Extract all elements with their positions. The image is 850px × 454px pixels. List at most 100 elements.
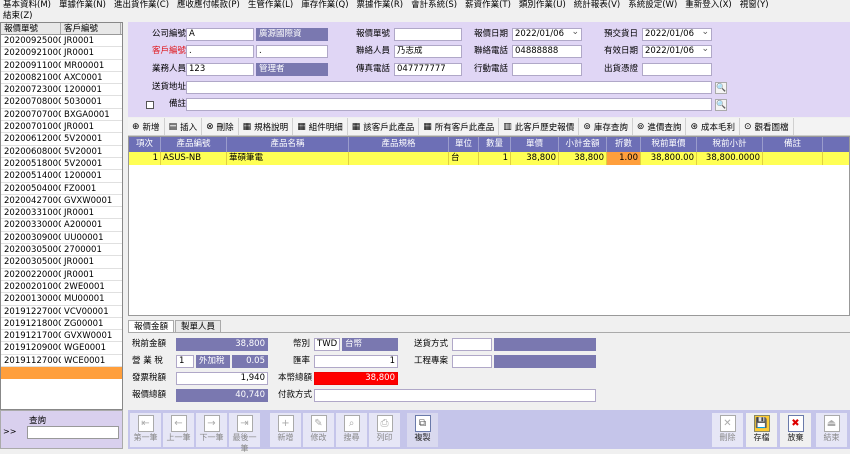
list-item[interactable]: 20200921000 JR0001 <box>1 47 122 60</box>
prev-record-button[interactable]: ← 上一筆 <box>163 413 194 447</box>
menu-item-12[interactable]: 重新登入(X) <box>682 0 734 11</box>
quote-no-field[interactable] <box>394 28 462 41</box>
sales-code-field[interactable]: 123 <box>186 63 254 76</box>
toolbar-button-9[interactable]: ⊚ 進價查詢 <box>633 118 687 135</box>
customer-code-label[interactable]: 客戶編號 <box>130 45 186 58</box>
grid-col-header-6[interactable]: 單價 <box>511 137 559 152</box>
toolbar-button-0[interactable]: ⊕ 新增 <box>128 118 165 135</box>
list-item[interactable]: 20191227000 VCV00001 <box>1 306 122 318</box>
contact-field[interactable]: 乃志成 <box>394 45 462 58</box>
table-cell-2[interactable]: 華碩筆電 <box>227 152 349 165</box>
menu-item-13[interactable]: 視窗(Y) <box>737 0 772 11</box>
phone-field[interactable]: 04888888 <box>512 45 582 58</box>
first-record-button[interactable]: ⇤ 第一筆 <box>130 413 161 447</box>
toolbar-button-1[interactable]: ▤ 插入 <box>165 118 203 135</box>
valid-date-field[interactable]: 2022/01/06 <box>642 45 712 58</box>
save-button[interactable]: 💾 存檔 <box>746 413 777 447</box>
table-cell-4[interactable]: 台 <box>449 152 479 165</box>
table-cell-1[interactable]: ASUS-NB <box>161 152 227 165</box>
menu-item-5[interactable]: 庫存作業(Q) <box>298 0 351 11</box>
table-cell-5[interactable]: 1 <box>479 152 511 165</box>
menu-item-0[interactable]: 基本資料(M) <box>0 0 54 11</box>
menu-item-11[interactable]: 系統設定(W) <box>625 0 680 11</box>
grid-col-header-5[interactable]: 數量 <box>479 137 511 152</box>
list-item[interactable]: 20200821000 AXC0001 <box>1 72 122 85</box>
table-cell-9[interactable]: 38,800.00 <box>641 152 697 165</box>
exit-button[interactable]: ⏏ 結束 <box>816 413 847 447</box>
table-cell-10[interactable]: 38,800.0000 <box>697 152 763 165</box>
grid-col-header-1[interactable]: 產品編號 <box>161 137 227 152</box>
menu-item-4[interactable]: 生管作業(L) <box>245 0 296 11</box>
list-item[interactable]: 20191127000 WCE0001 <box>1 355 122 368</box>
query-input[interactable] <box>27 426 119 439</box>
ship-cert-field[interactable] <box>642 63 712 76</box>
table-cell-11[interactable] <box>763 152 823 165</box>
grid-col-header-4[interactable]: 單位 <box>449 137 479 152</box>
currency-code-field[interactable]: TWD <box>314 338 340 351</box>
project-code-field[interactable] <box>452 355 492 368</box>
list-item[interactable]: 20200723000 1200001 <box>1 84 122 97</box>
list-item[interactable]: 20200330000 A200001 <box>1 219 122 232</box>
list-item[interactable]: 20200309000 UU00001 <box>1 232 122 245</box>
last-record-button[interactable]: ⇥ 最後一筆 <box>229 413 260 453</box>
list-item-new[interactable] <box>1 367 122 380</box>
tax-rate-type-field[interactable]: 1 <box>176 355 194 368</box>
menu-item-3[interactable]: 應收應付帳款(P) <box>174 0 243 11</box>
table-cell-8[interactable]: 1.00 <box>607 152 641 165</box>
menu-item-6[interactable]: 票據作業(R) <box>354 0 407 11</box>
print-button[interactable]: ⎙ 列印 <box>369 413 400 447</box>
list-item[interactable]: 20200514000 1200001 <box>1 170 122 183</box>
grid-col-header-11[interactable]: 備註 <box>763 137 823 152</box>
search-button[interactable]: ⌕ 搜尋 <box>336 413 367 447</box>
col-header-quote-no[interactable]: 報價單號 <box>1 23 61 34</box>
toolbar-button-11[interactable]: ⊙ 觀看圖檔 <box>740 118 794 135</box>
copy-button[interactable]: ⧉ 複製 <box>407 413 438 447</box>
list-item[interactable]: 20200504000 FZ0001 <box>1 183 122 195</box>
menu-item-2[interactable]: 進出貨作業(C) <box>111 0 172 11</box>
quote-date-field[interactable]: 2022/01/06 <box>512 28 582 41</box>
list-item[interactable]: 20200220000 JR0001 <box>1 269 122 281</box>
toolbar-button-8[interactable]: ⊚ 庫存查詢 <box>579 118 633 135</box>
toolbar-button-3[interactable]: ▦ 規格說明 <box>239 118 294 135</box>
table-cell-0[interactable]: 1 <box>129 152 161 165</box>
table-cell-7[interactable]: 38,800 <box>559 152 607 165</box>
list-item[interactable]: 20200518000 5V20001 <box>1 158 122 171</box>
menu-item-1[interactable]: 單據作業(N) <box>56 0 109 11</box>
tab-creator[interactable]: 製單人員 <box>175 320 222 332</box>
grid-col-header-10[interactable]: 稅前小計 <box>697 137 763 152</box>
list-item[interactable]: 20200130000 MU00001 <box>1 293 122 306</box>
grid-col-header-0[interactable]: 項次 <box>129 137 161 152</box>
company-code-field[interactable]: A <box>186 28 254 41</box>
discard-button[interactable]: ✖ 放棄 <box>780 413 811 447</box>
menu-item-10[interactable]: 統計報表(V) <box>571 0 623 11</box>
delivery-date-field[interactable]: 2022/01/06 <box>642 28 712 41</box>
tab-quote-amount[interactable]: 報價金額 <box>128 320 175 332</box>
new-record-button[interactable]: + 新增 <box>270 413 301 447</box>
mobile-field[interactable] <box>512 63 582 76</box>
expand-arrow-icon[interactable]: >> <box>3 427 16 436</box>
list-item[interactable]: 20200707000 BXGA0001 <box>1 109 122 122</box>
list-item[interactable]: 20200612000 5V20001 <box>1 133 122 146</box>
pay-method-field[interactable] <box>314 389 596 402</box>
list-item[interactable]: 20200911000 MR00001 <box>1 60 122 72</box>
toolbar-button-5[interactable]: ▦ 該客戶此產品 <box>348 118 420 135</box>
table-cell-3[interactable] <box>349 152 449 165</box>
rate-field[interactable]: 1 <box>314 355 398 368</box>
toolbar-button-7[interactable]: ▥ 此客戶歷史報價 <box>499 118 580 135</box>
grid-col-header-9[interactable]: 稅前單價 <box>641 137 697 152</box>
list-item[interactable]: 20200701000 JR0001 <box>1 121 122 134</box>
customer-name-field[interactable]: . <box>256 45 328 58</box>
list-item[interactable]: 20200925000 JR0001 <box>1 35 122 48</box>
note-search-icon[interactable]: 🔍 <box>715 99 727 111</box>
menu-exit[interactable]: 結束(Z) <box>0 11 32 21</box>
edit-button[interactable]: ✎ 修改 <box>303 413 334 447</box>
address-field[interactable] <box>186 81 712 94</box>
grid-col-header-3[interactable]: 產品規格 <box>349 137 449 152</box>
toolbar-button-2[interactable]: ⊗ 刪除 <box>202 118 239 135</box>
menu-item-7[interactable]: 會計系統(S) <box>408 0 460 11</box>
toolbar-button-10[interactable]: ⊛ 成本毛利 <box>686 118 740 135</box>
customer-code-field[interactable]: . <box>186 45 254 58</box>
list-item[interactable]: 20191217000 GVXW0001 <box>1 330 122 343</box>
grid-col-header-8[interactable]: 折數 <box>607 137 641 152</box>
toolbar-button-6[interactable]: ▦ 所有客戶此產品 <box>419 118 500 135</box>
